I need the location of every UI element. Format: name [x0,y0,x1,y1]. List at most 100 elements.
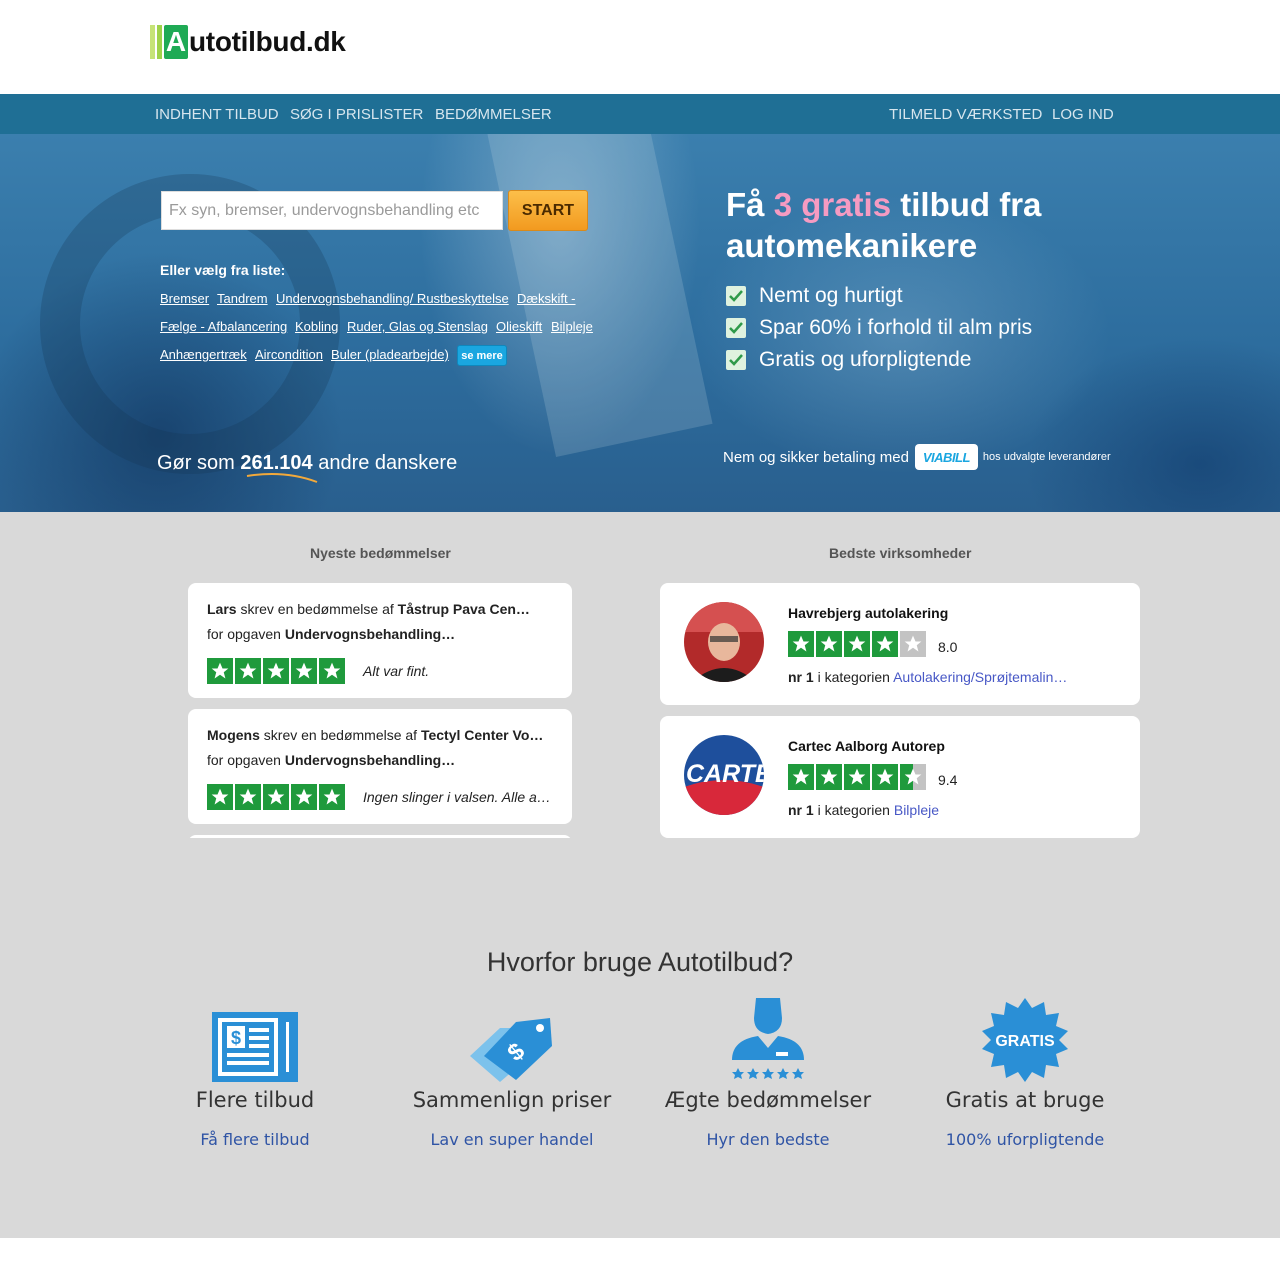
feature-link[interactable]: Hyr den bedste [653,1130,883,1149]
business-card[interactable]: Havrebjerg autolakering 8.0 nr 1 i kateg… [660,583,1140,705]
review-header: Lars skrev en bedømmelse af Tåstrup Pava… [207,601,530,617]
category-list-label: Eller vælg fra liste: [160,262,286,278]
star-icon [291,658,317,684]
review-task: for opgaven Undervognsbehandling… [207,626,455,642]
category-link[interactable]: Fælge - Afbalancering [160,319,287,334]
benefit-text: Nemt og hurtigt [759,284,903,307]
gratis-badge-icon: GRATIS [910,998,1140,1082]
star-empty-icon [900,631,926,657]
category-link[interactable]: Tandrem [217,291,268,306]
review-rating [207,784,345,810]
star-icon [319,784,345,810]
start-button[interactable]: START [508,190,588,231]
hero-title: Få 3 gratis tilbud fra automekanikere [726,184,1146,266]
review-company: Tectyl Center Vo… [420,727,544,743]
main-nav: INDHENT TILBUD SØG I PRISLISTER BEDØMMEL… [0,94,1280,134]
gratis-badge-text: GRATIS [995,1033,1055,1050]
category-link[interactable]: Undervognsbehandling/ Rustbeskyttelse [276,291,509,306]
feature-link[interactable]: Lav en super handel [397,1130,627,1149]
review-wrote-text: skrev en bedømmelse af [240,601,394,617]
site-logo[interactable]: A utotilbud.dk [150,24,346,60]
star-icon [235,784,261,810]
nav-log-ind[interactable]: LOG IND [1052,106,1114,123]
review-task-name: Undervognsbehandling… [284,752,456,768]
search-input[interactable] [161,191,503,230]
price-tag-icon: $ [397,1002,627,1082]
star-icon [263,658,289,684]
hero-title-highlight: 3 gratis [773,186,892,223]
check-icon [726,350,746,370]
star-icon [872,764,898,790]
nav-tilmeld-vaerksted[interactable]: TILMELD VÆRKSTED [889,106,1042,123]
see-more-button[interactable]: se mere [457,345,507,366]
star-icon [844,764,870,790]
business-avatar [684,602,764,682]
benefit-text: Gratis og uforpligtende [759,348,972,371]
feature-item: GRATIS Gratis at bruge 100% uforpligtend… [910,998,1140,1149]
feature-link[interactable]: Få flere tilbud [140,1130,370,1149]
star-icon [207,658,233,684]
document-dollar-icon: $ [140,1002,370,1082]
star-icon [872,631,898,657]
category-link[interactable]: Dækskift - [517,291,576,306]
nav-indhent-tilbud[interactable]: INDHENT TILBUD [155,106,279,123]
category-link[interactable]: Aircondition [255,347,323,362]
review-wrote-text: skrev en bedømmelse af [263,727,418,743]
business-category-link[interactable]: Autolakering/Sprøjtemalin… [893,669,1067,685]
cartec-logo-text: CARTE [686,760,764,788]
counter-suffix: andre danskere [318,452,458,474]
benefit-text: Spar 60% i forhold til alm pris [759,316,1033,339]
star-icon [319,658,345,684]
feature-title: Gratis at bruge [945,1088,1105,1112]
category-link[interactable]: Anhængertræk [160,347,247,362]
review-comment: Alt var fint. [363,663,430,679]
nav-soeg-prislister[interactable]: SØG I PRISLISTER [290,106,423,123]
business-list: Havrebjerg autolakering 8.0 nr 1 i kateg… [660,583,1140,838]
review-header: Mogens skrev en bedømmelse af Tectyl Cen… [207,727,543,743]
star-icon [263,784,289,810]
benefit-item: Gratis og uforpligtende [726,348,971,372]
category-link[interactable]: Olieskift [496,319,542,334]
swoosh-underline-icon [246,473,318,483]
business-card[interactable]: CARTE Cartec Aalborg Autorep 9.4 nr 1 i … [660,716,1140,838]
review-card-partial[interactable] [188,835,572,838]
why-title: Hvorfor bruge Autotilbud? [486,947,794,977]
category-link[interactable]: Kobling [295,319,338,334]
star-icon [788,764,814,790]
business-name[interactable]: Havrebjerg autolakering [788,605,948,621]
viabill-logo: VIABILL [914,444,978,470]
payment-text: Nem og sikker betaling med [723,448,909,466]
star-icon [844,631,870,657]
logo-letter: A [164,25,188,59]
feature-item: $ Sammenlign priser Lav en super handel [397,1002,627,1149]
site-header: A utotilbud.dk [0,0,1280,94]
counter-prefix: Gør som [157,452,235,474]
business-score: 9.4 [938,772,958,788]
best-companies-heading: Bedste virksomheder [829,545,972,561]
benefit-item: Nemt og hurtigt [726,284,903,308]
user-rating-icon [653,998,883,1082]
reviewer-name: Lars [207,601,237,617]
business-category-link[interactable]: Bilpleje [894,802,939,818]
review-rating [207,658,345,684]
feature-link[interactable]: 100% uforpligtende [910,1130,1140,1149]
payment-info: Nem og sikker betaling med VIABILL hos u… [723,444,1111,470]
star-icon [235,658,261,684]
review-card[interactable]: Lars skrev en bedømmelse af Tåstrup Pava… [188,583,572,698]
newest-reviews-heading: Nyeste bedømmelser [310,545,451,561]
rank-mid-text: i kategorien [817,802,890,818]
business-name[interactable]: Cartec Aalborg Autorep [788,738,945,754]
business-rating [788,631,926,657]
category-link[interactable]: Bremser [160,291,209,306]
category-link[interactable]: Ruder, Glas og Stenslag [347,319,488,334]
category-link[interactable]: Bilpleje [551,319,593,334]
review-card[interactable]: Mogens skrev en bedømmelse af Tectyl Cen… [188,709,572,824]
star-icon [291,784,317,810]
category-link[interactable]: Buler (pladearbejde) [331,347,449,362]
rank-number: 1 [805,669,814,685]
nav-bedoemmelser[interactable]: BEDØMMELSER [435,106,552,123]
review-comment: Ingen slinger i valsen. Alle a… [363,789,551,805]
review-task-name: Undervognsbehandling… [284,626,456,642]
star-half-icon [900,764,926,790]
rank-prefix: nr [788,669,802,685]
